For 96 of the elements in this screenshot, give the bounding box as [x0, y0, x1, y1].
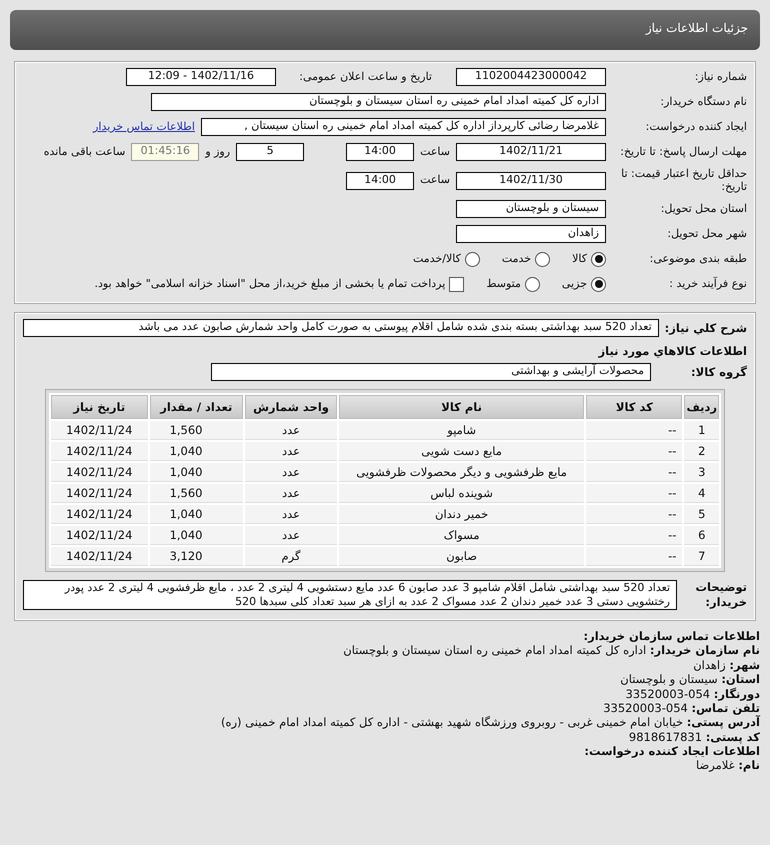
radio-option[interactable]: کالا/خدمت — [413, 252, 480, 267]
table-cell: -- — [586, 547, 682, 566]
table-cell: شامپو — [339, 421, 584, 440]
table-cell: 5 — [684, 505, 719, 524]
value-field: اداره کل کمیته امداد امام خمینی ره استان سیستان و بلوچستان — [151, 93, 606, 111]
table-cell: 1402/11/24 — [51, 463, 148, 482]
field-label: ایجاد کننده درخواست: — [644, 120, 747, 134]
column-header: واحد شمارش — [245, 395, 337, 420]
days-field: 5 — [236, 143, 304, 161]
section-title: اطلاعات ایجاد کننده درخواست: — [583, 744, 760, 758]
table-cell: مایع دست شویی — [339, 442, 584, 462]
section-title: اطلاعات کالاهاي مورد نياز — [597, 344, 747, 360]
table-cell: 2 — [684, 442, 719, 462]
info-line: استان: سیستان و بلوچستان — [619, 672, 760, 687]
field-label: طبقه بندی موضوعی: — [648, 252, 747, 266]
summary-field: تعداد 520 سبد بهداشتی بسته بندی شده شامل اقلام پیوستی به صورت کامل واحد شمارش صابون عدد می باشد — [23, 319, 659, 338]
table-cell: 1,040 — [150, 463, 243, 482]
field-label: تاریخ و ساعت اعلان عمومی: — [298, 70, 432, 84]
table-cell: -- — [586, 505, 682, 524]
table-cell: 1402/11/24 — [51, 442, 148, 462]
field-label: گروه کالا: — [690, 366, 747, 379]
info-line: نام سازمان خریدار: اداره کل کمیته امداد امام خمینی ره استان سیستان و بلوچستان — [342, 643, 760, 658]
value-field: زاهدان — [456, 225, 606, 244]
section-title: اطلاعات تماس سازمان خریدار: — [582, 629, 760, 644]
table-cell: -- — [586, 484, 682, 504]
value-field: 1102004423000042 — [456, 68, 606, 86]
column-header: تعداد / مقدار — [150, 395, 243, 420]
field-label: ساعت — [420, 173, 450, 188]
table-cell: 3,120 — [150, 547, 243, 566]
table-cell: -- — [586, 442, 682, 462]
table-cell: -- — [586, 421, 682, 440]
table-cell: عدد — [245, 463, 337, 482]
value-field: سیستان و بلوچستان — [456, 200, 606, 218]
table-cell: 7 — [684, 547, 719, 566]
field-label: شرح کلي نياز: — [664, 320, 747, 336]
field-label: استان محل تحویل: — [660, 202, 747, 216]
countdown-field: 01:45:16 — [131, 143, 200, 161]
table-cell: صابون — [339, 547, 584, 566]
field-label: ساعت باقی مانده — [44, 144, 126, 160]
table-cell: 1402/11/24 — [51, 505, 148, 524]
table-cell: 1,560 — [150, 421, 243, 440]
column-header: نام کالا — [339, 395, 584, 420]
field-label: روز و — [205, 144, 230, 160]
table-cell: خمیر دندان — [339, 505, 584, 524]
info-line: نام: غلامرضا — [695, 758, 760, 773]
table-cell: مسواک — [339, 526, 584, 546]
table-cell: شوینده لباس — [339, 484, 584, 504]
info-line: شهر: زاهدان — [692, 658, 760, 672]
table-cell: عدد — [245, 526, 337, 546]
field-label: توضیحات خریدار: — [694, 580, 747, 610]
checkbox-option[interactable]: پرداخت تمام یا بخشی از مبلغ خرید،از محل "اسناد خزانه اسلامی" خواهد بود. — [94, 276, 464, 292]
value-field: غلامرضا رضائی کارپرداز اداره کل کمیته امداد امام خمینی ره استان سیستان , — [201, 118, 606, 136]
field-label: شماره نیاز: — [694, 70, 747, 84]
table-cell: گرم — [245, 547, 337, 566]
table-cell: 1402/11/24 — [51, 526, 148, 546]
table-cell: 1,040 — [150, 505, 243, 524]
table-cell: عدد — [245, 505, 337, 524]
buyer-contact-link[interactable]: اطلاعات تماس خریدار — [93, 120, 195, 134]
page-title: جزئیات اطلاعات نیاز — [10, 10, 760, 50]
field-label: ساعت — [420, 144, 450, 160]
column-header: ردیف — [684, 395, 719, 420]
table-cell: 6 — [684, 526, 719, 546]
radio-option[interactable]: متوسط — [486, 276, 540, 292]
table-cell: 1402/11/24 — [51, 421, 148, 440]
radio-option[interactable]: کالا — [572, 252, 606, 267]
field-label: نام دستگاه خریدار: — [659, 96, 747, 108]
value-field: 1402/11/16 - 12:09 — [126, 68, 276, 86]
value-field: محصولات آرایشی و بهداشتی — [211, 363, 651, 382]
table-cell: 1,560 — [150, 484, 243, 504]
radio-option[interactable]: خدمت — [502, 252, 550, 267]
radio-option[interactable]: جزیی — [562, 276, 606, 292]
date-field: 1402/11/21 — [456, 143, 606, 161]
table-cell: 3 — [684, 463, 719, 482]
table-cell: -- — [586, 526, 682, 546]
field-label: مهلت ارسال پاسخ: تا تاریخ: — [619, 146, 747, 158]
field-label: حداقل تاریخ اعتبار قیمت: تا تاریخ: — [620, 168, 747, 194]
table-cell: 1402/11/24 — [51, 484, 148, 504]
table-cell: 4 — [684, 484, 719, 504]
time-field: 14:00 — [346, 143, 414, 161]
table-cell: 1,040 — [150, 442, 243, 462]
table-cell: 1402/11/24 — [51, 547, 148, 566]
column-header: کد کالا — [586, 395, 682, 420]
date-field: 1402/11/30 — [456, 172, 606, 190]
table-cell: 1,040 — [150, 526, 243, 546]
notes-field: تعداد 520 سبد بهداشتی شامل اقلام شامپو 3 عدد صابون 6 عدد مایع دستشویی 4 لیتری 2 عدد ، مایع ظرفشویی 4 لیتری 2 عدد پودر رختشویی دستی 3 عدد خمیر دندان 2 عدد مسواک 2 عدد به ازای هر سبد تعداد کلی سبدها 520 — [23, 580, 677, 610]
column-header: تاریخ نیاز — [51, 395, 148, 420]
table-cell: 1 — [684, 421, 719, 440]
table-cell: عدد — [245, 484, 337, 504]
table-cell: -- — [586, 463, 682, 482]
field-label: نوع فرآیند خرید : — [668, 278, 747, 291]
table-cell: عدد — [245, 421, 337, 440]
info-line: آدرس پستی: خیابان امام خمینی غربی - روبروی ورزشگاه شهید بهشتی - اداره کل کمیته امداد امام خمینی (ره) — [220, 715, 760, 730]
field-label: شهر محل تحویل: — [666, 228, 747, 241]
table-cell: مایع ظرفشویی و دیگر محصولات ظرفشویی — [339, 463, 584, 482]
table-cell: عدد — [245, 442, 337, 462]
time-field: 14:00 — [346, 172, 414, 190]
